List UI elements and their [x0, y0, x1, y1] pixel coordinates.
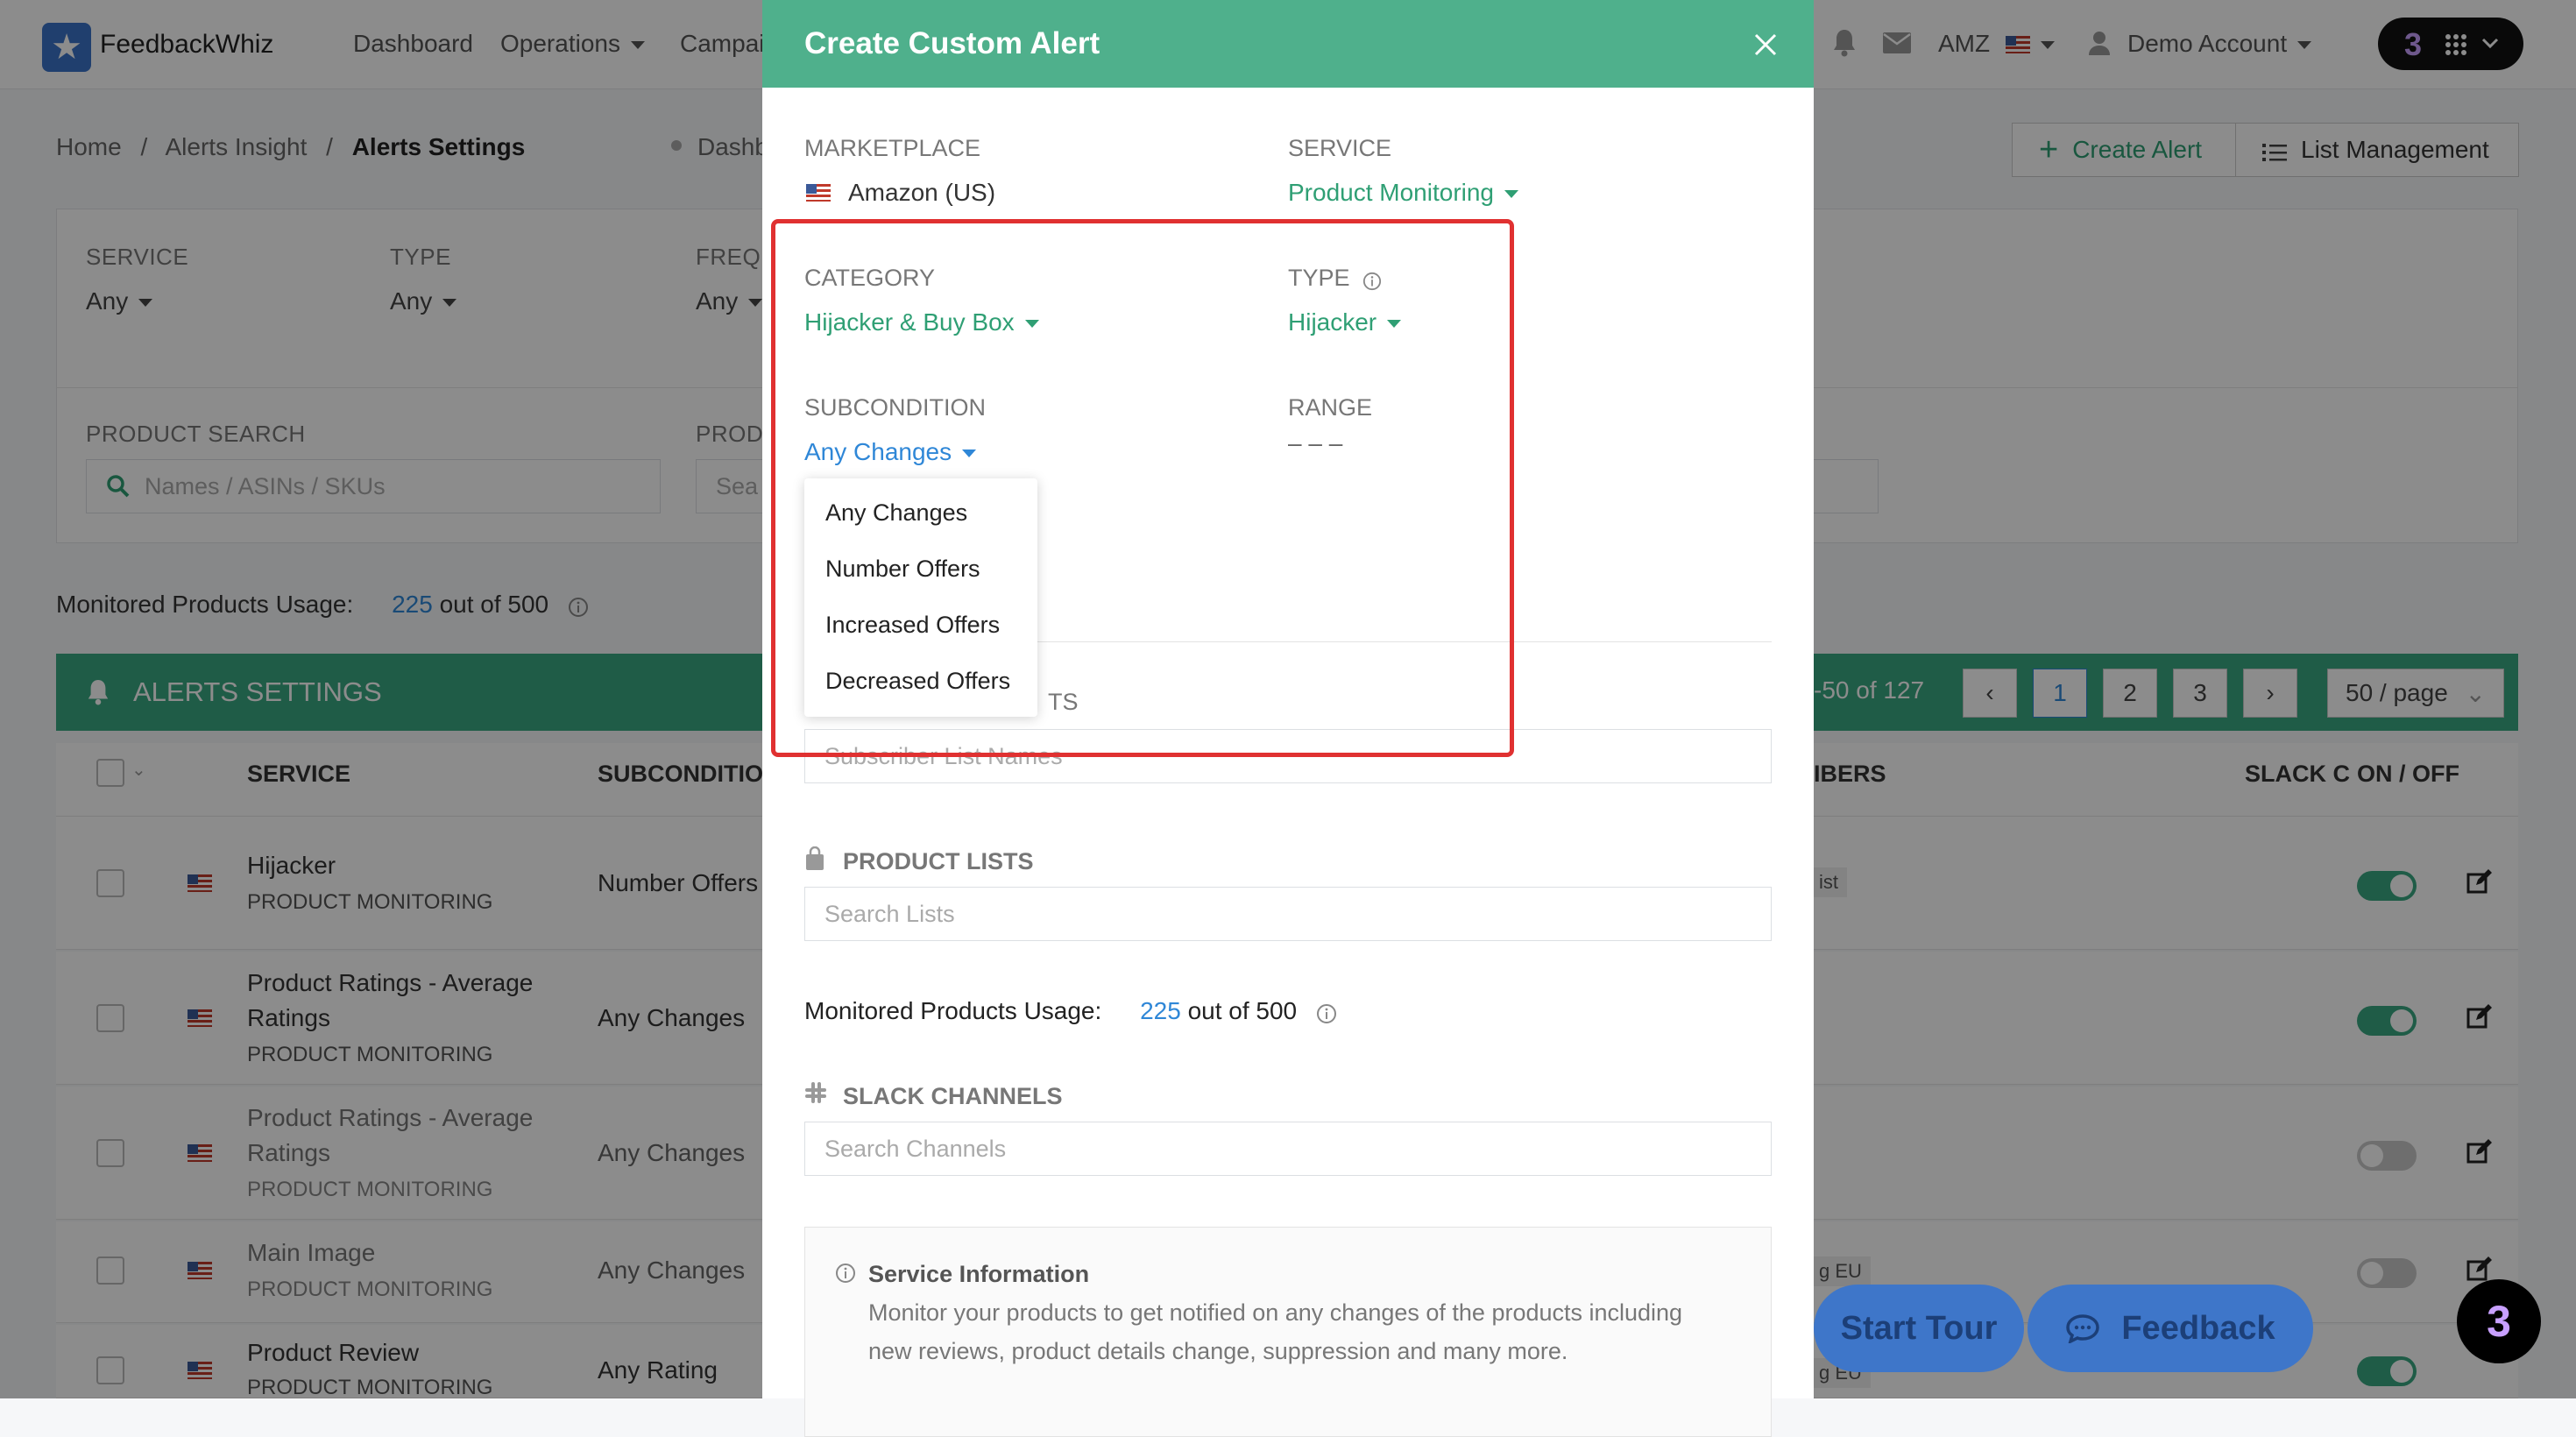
highlight-annotation-box — [771, 219, 1514, 757]
us-flag-icon — [806, 184, 831, 202]
bag-icon — [804, 846, 825, 871]
chevron-down-icon — [1504, 190, 1519, 199]
assistant-launcher-icon[interactable]: 3 — [2457, 1279, 2541, 1363]
service-information-line-1: Monitor your products to get notified on… — [868, 1299, 1683, 1326]
marketplace-label: MARKETPLACE — [804, 135, 981, 161]
product-lists-placeholder: Search Lists — [824, 900, 955, 927]
service-information-title: Service Information — [868, 1261, 1090, 1287]
service-select[interactable]: Product Monitoring — [1288, 179, 1519, 207]
feedback-label: Feedback — [2121, 1309, 2275, 1347]
slack-icon — [804, 1081, 827, 1104]
modal-header: Create Custom Alert — [762, 0, 1814, 88]
chat-icon — [2065, 1313, 2100, 1345]
slack-channels-label: SLACK CHANNELS — [843, 1083, 1063, 1109]
slack-channels-placeholder: Search Channels — [824, 1135, 1007, 1162]
modal-usage-used: 225 — [1140, 997, 1181, 1024]
modal-title: Create Custom Alert — [804, 26, 1100, 60]
info-icon[interactable] — [1316, 1002, 1337, 1023]
feedback-button[interactable]: Feedback — [2028, 1285, 2313, 1372]
service-information-box: Service Information Monitor your product… — [804, 1227, 1772, 1437]
modal-usage-label: Monitored Products Usage: — [804, 997, 1102, 1024]
slack-channels-input[interactable]: Search Channels — [804, 1122, 1772, 1176]
service-value: Product Monitoring — [1288, 179, 1495, 206]
modal-usage-rest: out of 500 — [1187, 997, 1298, 1024]
info-icon — [835, 1263, 856, 1284]
modal-usage-row: Monitored Products Usage: 225 out of 500 — [804, 997, 1337, 1025]
product-lists-input[interactable]: Search Lists — [804, 887, 1772, 941]
service-information-line-2: new reviews, product details change, sup… — [868, 1338, 1568, 1364]
start-tour-button[interactable]: Start Tour — [1814, 1285, 2024, 1372]
product-lists-label: PRODUCT LISTS — [843, 848, 1034, 874]
assistant-logo-glyph: 3 — [2487, 1297, 2511, 1346]
service-label: SERVICE — [1288, 135, 1392, 161]
close-icon[interactable] — [1754, 33, 1777, 56]
marketplace-value: Amazon (US) — [848, 179, 996, 206]
